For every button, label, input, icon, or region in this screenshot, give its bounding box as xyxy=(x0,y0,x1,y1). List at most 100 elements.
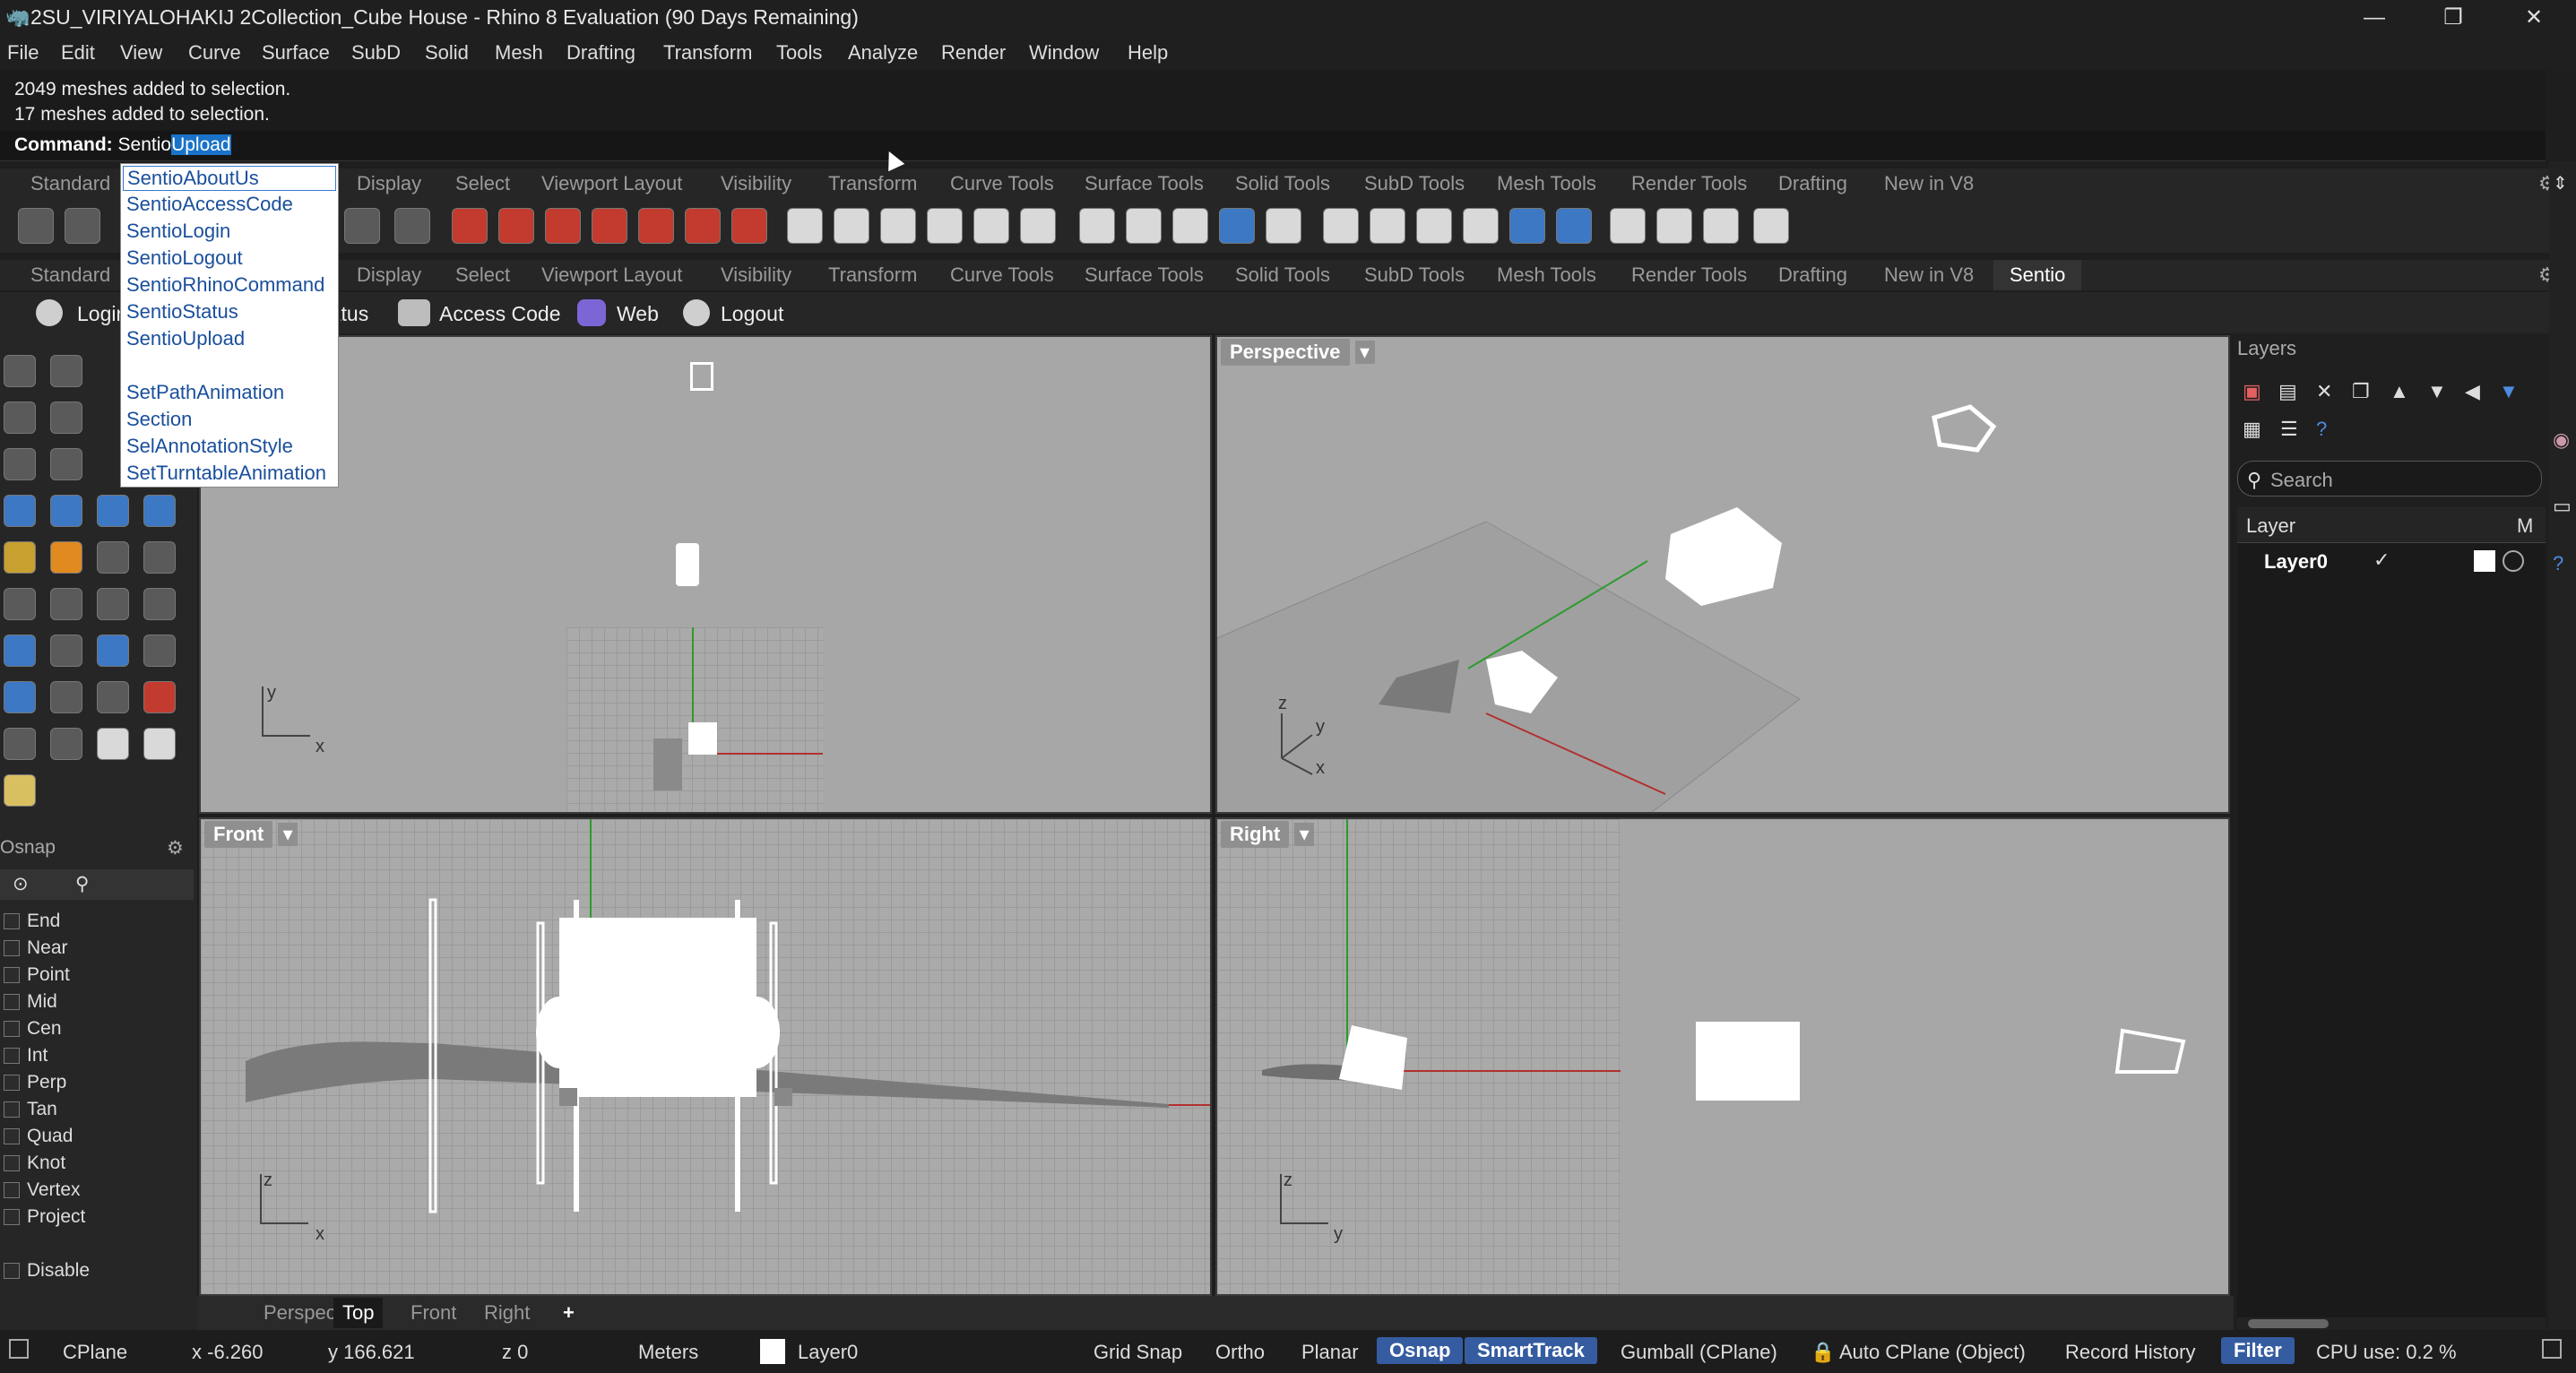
status-layer[interactable]: Layer0 xyxy=(798,1341,858,1364)
cylinder-icon[interactable] xyxy=(97,495,129,527)
status-units[interactable]: Meters xyxy=(638,1341,698,1364)
360-view-icon[interactable] xyxy=(1610,208,1646,244)
target-icon[interactable] xyxy=(1079,208,1115,244)
col-m[interactable]: M xyxy=(2517,514,2533,538)
walk-icon[interactable] xyxy=(1656,208,1692,244)
viewport-right[interactable]: Right z y xyxy=(1215,817,2230,1296)
tab-surface-tools[interactable]: Surface Tools xyxy=(1085,263,1204,287)
grasshopper-icon[interactable] xyxy=(1219,208,1255,244)
filter-icon[interactable]: ▼ xyxy=(2499,380,2519,403)
target-icon[interactable]: ⊙ xyxy=(13,873,29,895)
model-object[interactable] xyxy=(676,543,699,586)
osnap-project[interactable]: Project xyxy=(4,1206,85,1228)
box-icon[interactable] xyxy=(4,495,36,527)
check-icon[interactable]: ✓ xyxy=(2373,548,2390,572)
tab-visibility[interactable]: Visibility xyxy=(721,172,791,195)
status-auto-cplane[interactable]: Auto CPlane (Object) xyxy=(1839,1341,2026,1364)
dropdown-item-sentiorhinocommand[interactable]: SentioRhinoCommand xyxy=(126,273,324,297)
split-icon[interactable] xyxy=(143,541,176,574)
menu-analyze[interactable]: Analyze xyxy=(848,36,918,70)
viewport-top[interactable]: y x xyxy=(199,335,1212,814)
compass-icon[interactable] xyxy=(1753,208,1789,244)
status-record-history[interactable]: Record History xyxy=(2065,1341,2195,1364)
paint-icon[interactable] xyxy=(4,728,36,760)
trim-icon[interactable] xyxy=(97,541,129,574)
menu-drafting[interactable]: Drafting xyxy=(566,36,635,70)
osnap-perp[interactable]: Perp xyxy=(4,1072,66,1093)
help-icon[interactable]: ? xyxy=(2553,552,2563,575)
material-icon[interactable] xyxy=(2503,550,2524,572)
tab-sentio[interactable]: Sentio xyxy=(1993,260,2082,290)
menu-view[interactable]: View xyxy=(120,36,162,70)
dropdown-item-sentiologout[interactable]: SentioLogout xyxy=(126,246,243,270)
zoom-extents-icon[interactable] xyxy=(394,208,430,244)
osnap-near[interactable]: Near xyxy=(4,937,68,959)
close-button[interactable]: ✕ xyxy=(2494,0,2574,36)
light-icon[interactable] xyxy=(973,208,1009,244)
layer-search-input[interactable]: ⚲ Search xyxy=(2237,461,2542,497)
menu-render[interactable]: Render xyxy=(941,36,1006,70)
ellipse-icon[interactable] xyxy=(50,402,82,434)
curve-icon[interactable] xyxy=(50,448,82,480)
help-icon[interactable]: ? xyxy=(2316,418,2327,441)
tab-display[interactable]: Display xyxy=(357,263,421,287)
tab-new-in-v8[interactable]: New in V8 xyxy=(1884,172,1974,195)
tab-viewport-layout[interactable]: Viewport Layout xyxy=(541,172,682,195)
tab-render-tools[interactable]: Render Tools xyxy=(1631,263,1747,287)
select-arrow-icon[interactable] xyxy=(4,355,36,387)
tab-transform[interactable]: Transform xyxy=(828,172,917,195)
car-icon[interactable] xyxy=(592,208,627,244)
status-osnap[interactable]: Osnap xyxy=(1377,1337,1464,1364)
dropdown-item-sentioaccesscode[interactable]: SentioAccessCode xyxy=(126,193,293,216)
fillet-icon[interactable] xyxy=(97,588,129,620)
dropdown-item-selannotationstyle[interactable]: SelAnnotationStyle xyxy=(126,435,293,458)
named-view-icon[interactable] xyxy=(787,208,823,244)
panel-toggle-icon[interactable] xyxy=(9,1339,29,1359)
osnap-cen[interactable]: Cen xyxy=(4,1018,62,1040)
command-line[interactable]: Command: SentioUpload xyxy=(0,131,2546,161)
dropdown-item-setturntableanimation[interactable]: SetTurntableAnimation xyxy=(126,462,326,485)
tab-new-in-v8[interactable]: New in V8 xyxy=(1884,263,1974,287)
tab-render-tools[interactable]: Render Tools xyxy=(1631,172,1747,195)
tab-visibility[interactable]: Visibility xyxy=(721,263,791,287)
osnap-int[interactable]: Int xyxy=(4,1045,48,1066)
boolean-icon[interactable] xyxy=(4,588,36,620)
join-icon[interactable] xyxy=(50,541,82,574)
move-down-icon[interactable]: ▼ xyxy=(2427,380,2447,403)
snapshot-icon[interactable] xyxy=(1703,208,1739,244)
tripod-icon[interactable] xyxy=(1172,208,1208,244)
material-icon[interactable] xyxy=(731,208,767,244)
grid-array-icon[interactable] xyxy=(97,681,129,713)
layer-box-icon[interactable] xyxy=(4,681,36,713)
osnap-vertex[interactable]: Vertex xyxy=(4,1179,81,1201)
add-viewport-button[interactable]: + xyxy=(563,1301,575,1325)
explode-icon[interactable] xyxy=(4,541,36,574)
drone-icon[interactable] xyxy=(1463,208,1499,244)
status-smarttrack[interactable]: SmartTrack xyxy=(1465,1337,1597,1364)
menu-surface[interactable]: Surface xyxy=(262,36,330,70)
scroll-arrows-icon[interactable]: ⇕ xyxy=(2553,172,2568,194)
gear-view-icon[interactable] xyxy=(1266,208,1301,244)
osnap-disable[interactable]: Disable xyxy=(4,1260,90,1282)
block-icon[interactable] xyxy=(97,635,129,667)
copy-icon[interactable]: ❐ xyxy=(2352,380,2370,403)
osnap-knot[interactable]: Knot xyxy=(4,1153,65,1174)
rotate-view-icon[interactable] xyxy=(65,208,100,244)
notes-icon[interactable]: ▭ xyxy=(2553,495,2572,518)
tab-standard[interactable]: Standard xyxy=(30,263,110,287)
plane-icon[interactable] xyxy=(1509,208,1545,244)
plane-icon[interactable] xyxy=(1556,208,1592,244)
tab-subd-tools[interactable]: SubD Tools xyxy=(1364,263,1465,287)
menu-mesh[interactable]: Mesh xyxy=(495,36,543,70)
layer-color-swatch[interactable] xyxy=(760,1339,785,1364)
sun-icon[interactable] xyxy=(1020,208,1056,244)
col-layer[interactable]: Layer xyxy=(2246,514,2295,538)
osnap-point[interactable]: Point xyxy=(4,964,70,986)
new-sublayer-icon[interactable]: ▤ xyxy=(2278,380,2297,403)
menu-solid[interactable]: Solid xyxy=(425,36,469,70)
move-up-icon[interactable]: ▲ xyxy=(2390,380,2409,403)
tab-viewport-layout[interactable]: Viewport Layout xyxy=(541,263,682,287)
list-view-icon[interactable]: ☰ xyxy=(2280,418,2298,441)
tab-solid-tools[interactable]: Solid Tools xyxy=(1235,172,1330,195)
web-icon[interactable] xyxy=(577,299,606,326)
